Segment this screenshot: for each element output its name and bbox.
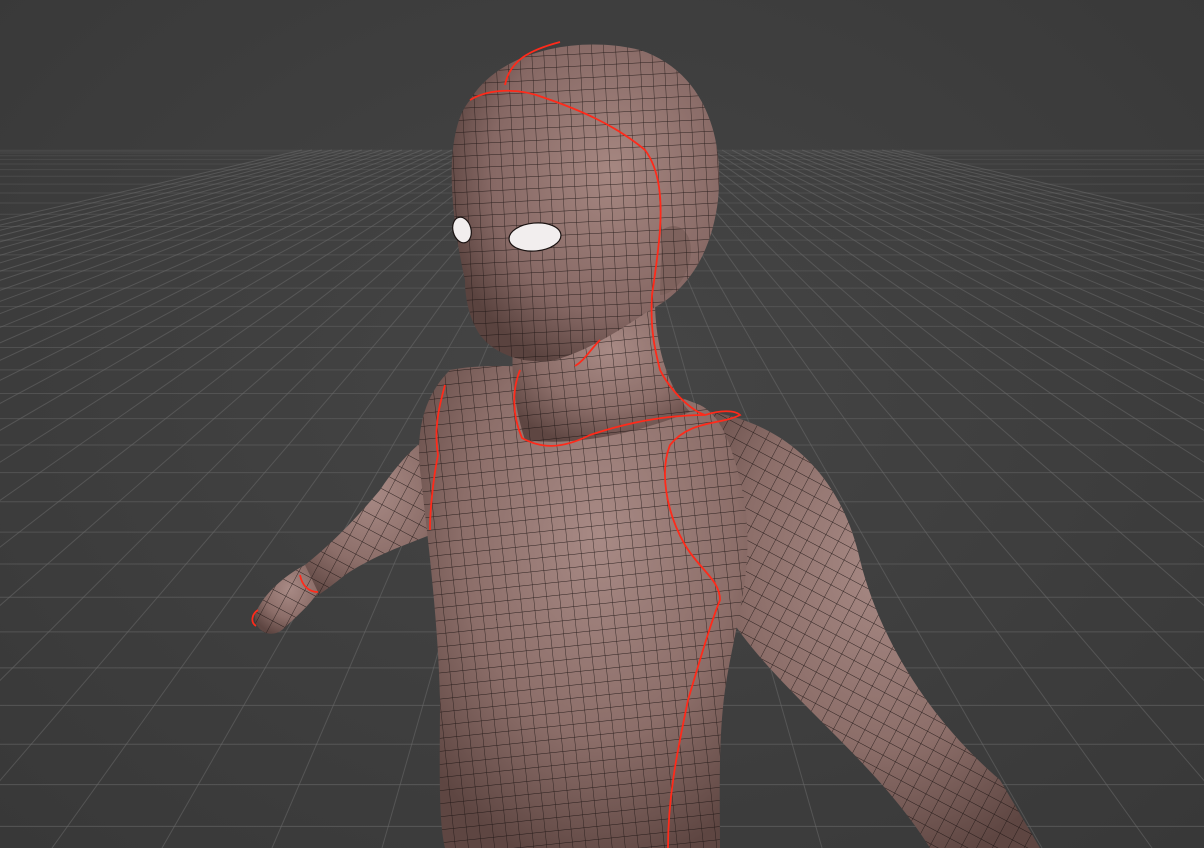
- right-arm[interactable]: [700, 410, 1040, 848]
- viewport-canvas[interactable]: [0, 0, 1204, 848]
- right-ear[interactable]: [660, 226, 691, 295]
- 3d-viewport[interactable]: [0, 0, 1204, 848]
- left-hand[interactable]: [254, 565, 318, 634]
